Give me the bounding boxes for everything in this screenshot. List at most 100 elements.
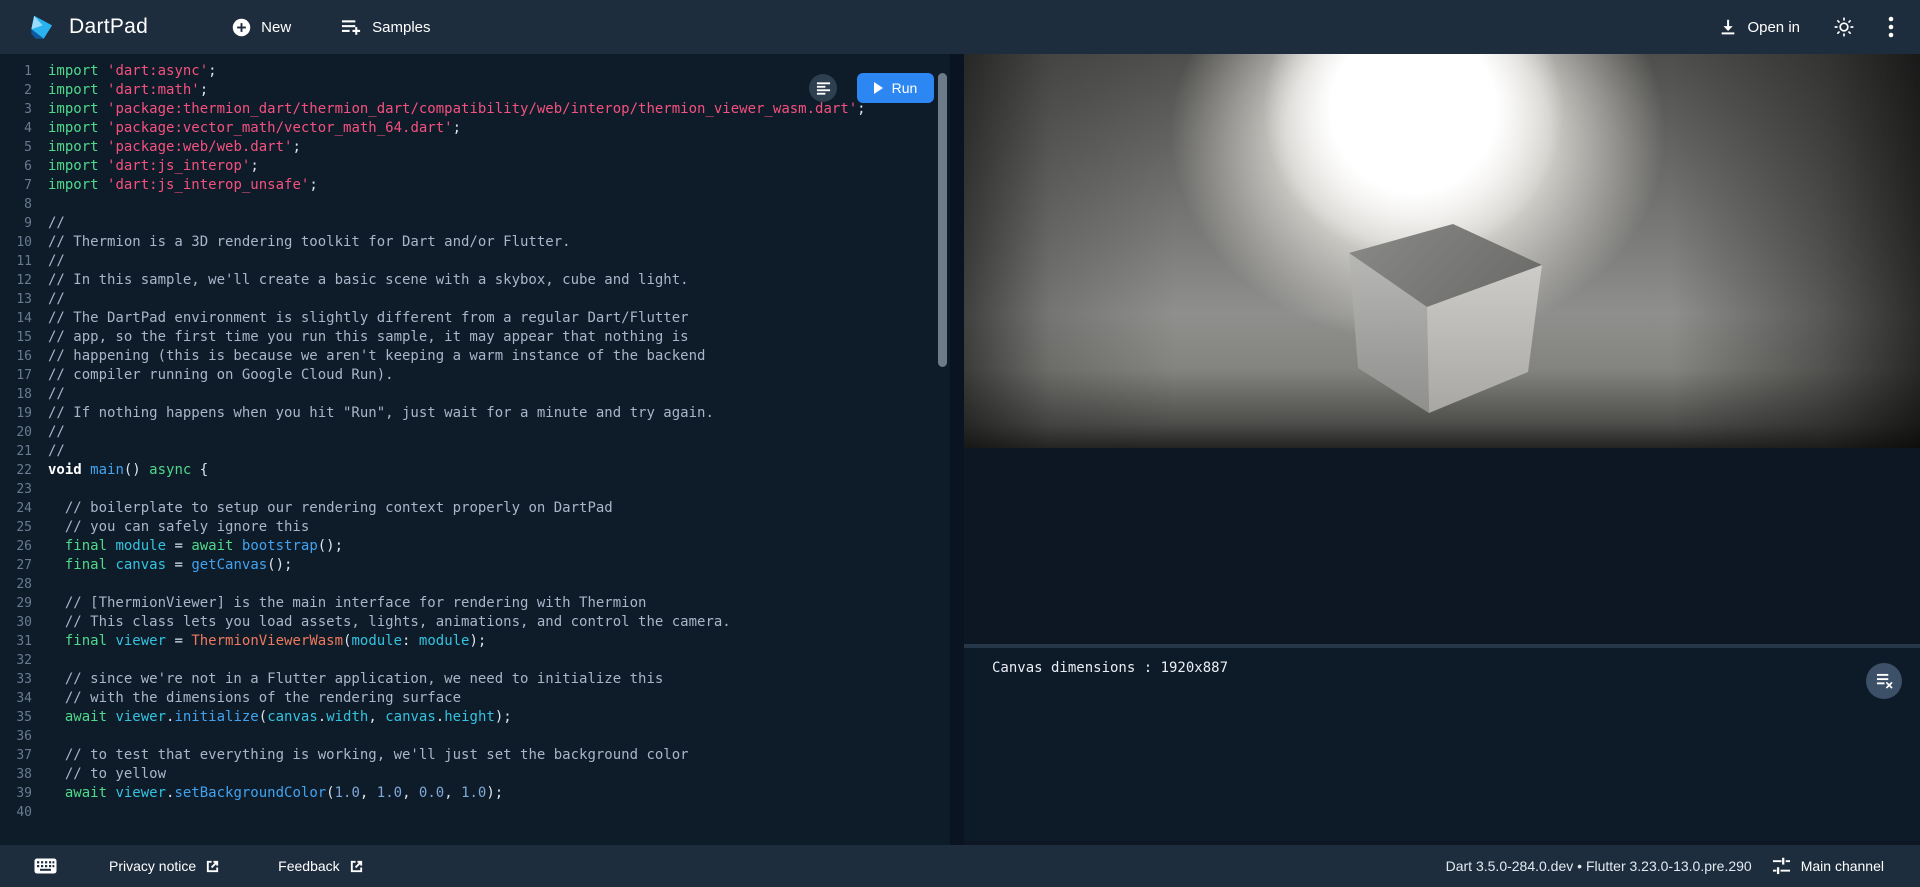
samples-button[interactable]: Samples <box>337 12 434 42</box>
feedback-link[interactable]: Feedback <box>272 857 369 875</box>
code-line[interactable]: 6import 'dart:js_interop'; <box>0 157 950 176</box>
line-number: 1 <box>0 62 44 81</box>
code-text: import 'package:web/web.dart'; <box>44 138 301 157</box>
code-line[interactable]: 5import 'package:web/web.dart'; <box>0 138 950 157</box>
line-number: 12 <box>0 271 44 290</box>
line-number: 11 <box>0 252 44 271</box>
line-number: 4 <box>0 119 44 138</box>
format-align-icon <box>816 81 831 95</box>
overflow-menu-button[interactable] <box>1884 12 1898 42</box>
privacy-notice-link[interactable]: Privacy notice <box>103 857 226 875</box>
code-line[interactable]: 34 // with the dimensions of the renderi… <box>0 689 950 708</box>
clear-console-button[interactable] <box>1866 663 1902 699</box>
code-line[interactable]: 8 <box>0 195 950 214</box>
line-number: 31 <box>0 632 44 651</box>
code-text: // app, so the first time you run this s… <box>44 328 689 347</box>
line-number: 39 <box>0 784 44 803</box>
code-line[interactable]: 27 final canvas = getCanvas(); <box>0 556 950 575</box>
code-text: // to yellow <box>44 765 166 784</box>
code-line[interactable]: 33 // since we're not in a Flutter appli… <box>0 670 950 689</box>
code-line[interactable]: 7import 'dart:js_interop_unsafe'; <box>0 176 950 195</box>
line-number: 30 <box>0 613 44 632</box>
code-line[interactable]: 24 // boilerplate to setup our rendering… <box>0 499 950 518</box>
code-line[interactable]: 40 <box>0 803 950 822</box>
code-line[interactable]: 21// <box>0 442 950 461</box>
code-line[interactable]: 23 <box>0 480 950 499</box>
code-line[interactable]: 1import 'dart:async'; <box>0 62 950 81</box>
panel-splitter[interactable] <box>950 54 964 845</box>
code-line[interactable]: 12// In this sample, we'll create a basi… <box>0 271 950 290</box>
run-button[interactable]: Run <box>857 73 934 103</box>
clear-console-icon <box>1876 673 1893 689</box>
keyboard-shortcuts-button[interactable] <box>30 854 61 878</box>
code-line[interactable]: 3import 'package:thermion_dart/thermion_… <box>0 100 950 119</box>
code-text: // compiler running on Google Cloud Run)… <box>44 366 394 385</box>
code-line[interactable]: 16// happening (this is because we aren'… <box>0 347 950 366</box>
code-line[interactable]: 35 await viewer.initialize(canvas.width,… <box>0 708 950 727</box>
code-text: final module = await bootstrap(); <box>44 537 343 556</box>
line-number: 16 <box>0 347 44 366</box>
line-number: 28 <box>0 575 44 594</box>
code-line[interactable]: 2import 'dart:math'; <box>0 81 950 100</box>
code-line[interactable]: 22void main() async { <box>0 461 950 480</box>
code-line[interactable]: 17// compiler running on Google Cloud Ru… <box>0 366 950 385</box>
line-number: 37 <box>0 746 44 765</box>
code-text: await viewer.initialize(canvas.width, ca… <box>44 708 512 727</box>
code-line[interactable]: 10// Thermion is a 3D rendering toolkit … <box>0 233 950 252</box>
theme-toggle-button[interactable] <box>1830 13 1858 41</box>
new-button[interactable]: New <box>228 12 295 43</box>
code-line[interactable]: 30 // This class lets you load assets, l… <box>0 613 950 632</box>
line-number: 34 <box>0 689 44 708</box>
code-line[interactable]: 15// app, so the first time you run this… <box>0 328 950 347</box>
line-number: 10 <box>0 233 44 252</box>
line-number: 29 <box>0 594 44 613</box>
line-number: 13 <box>0 290 44 309</box>
channel-selector-button[interactable]: Main channel <box>1766 856 1890 876</box>
code-line[interactable]: 26 final module = await bootstrap(); <box>0 537 950 556</box>
line-number: 15 <box>0 328 44 347</box>
code-line[interactable]: 18// <box>0 385 950 404</box>
tune-icon <box>1772 857 1791 875</box>
sdk-version-text: Dart 3.5.0-284.0.dev • Flutter 3.23.0-13… <box>1446 858 1752 874</box>
keyboard-icon <box>34 858 57 874</box>
code-line[interactable]: 36 <box>0 727 950 746</box>
open-in-button[interactable]: Open in <box>1715 12 1804 42</box>
line-number: 40 <box>0 803 44 822</box>
code-text: // The DartPad environment is slightly d… <box>44 309 689 328</box>
dartpad-logo <box>28 13 56 41</box>
code-line[interactable]: 4import 'package:vector_math/vector_math… <box>0 119 950 138</box>
code-text: // <box>44 423 65 442</box>
code-text: // This class lets you load assets, ligh… <box>44 613 731 632</box>
render-canvas[interactable] <box>964 54 1920 448</box>
format-button[interactable] <box>809 74 837 102</box>
code-text: // Thermion is a 3D rendering toolkit fo… <box>44 233 571 252</box>
code-line[interactable]: 39 await viewer.setBackgroundColor(1.0, … <box>0 784 950 803</box>
code-line[interactable]: 11// <box>0 252 950 271</box>
code-text: // <box>44 290 65 309</box>
code-line[interactable]: 19// If nothing happens when you hit "Ru… <box>0 404 950 423</box>
app-title: DartPad <box>69 15 148 39</box>
code-text: import 'dart:js_interop'; <box>44 157 259 176</box>
code-line[interactable]: 38 // to yellow <box>0 765 950 784</box>
kebab-menu-icon <box>1888 16 1894 38</box>
editor-scrollbar-thumb[interactable] <box>938 73 947 367</box>
external-link-icon <box>349 859 364 874</box>
code-line[interactable]: 28 <box>0 575 950 594</box>
code-line[interactable]: 9// <box>0 214 950 233</box>
code-line[interactable]: 37 // to test that everything is working… <box>0 746 950 765</box>
code-line[interactable]: 20// <box>0 423 950 442</box>
line-number: 21 <box>0 442 44 461</box>
code-text <box>44 651 48 670</box>
code-editor[interactable]: 1import 'dart:async';2import 'dart:math'… <box>0 54 950 845</box>
code-line[interactable]: 31 final viewer = ThermionViewerWasm(mod… <box>0 632 950 651</box>
code-line[interactable]: 32 <box>0 651 950 670</box>
code-line[interactable]: 29 // [ThermionViewer] is the main inter… <box>0 594 950 613</box>
line-number: 26 <box>0 537 44 556</box>
line-number: 17 <box>0 366 44 385</box>
code-line[interactable]: 25 // you can safely ignore this <box>0 518 950 537</box>
code-text: import 'dart:async'; <box>44 62 217 81</box>
code-text: // since we're not in a Flutter applicat… <box>44 670 663 689</box>
code-text: // <box>44 252 65 271</box>
code-line[interactable]: 13// <box>0 290 950 309</box>
code-line[interactable]: 14// The DartPad environment is slightly… <box>0 309 950 328</box>
